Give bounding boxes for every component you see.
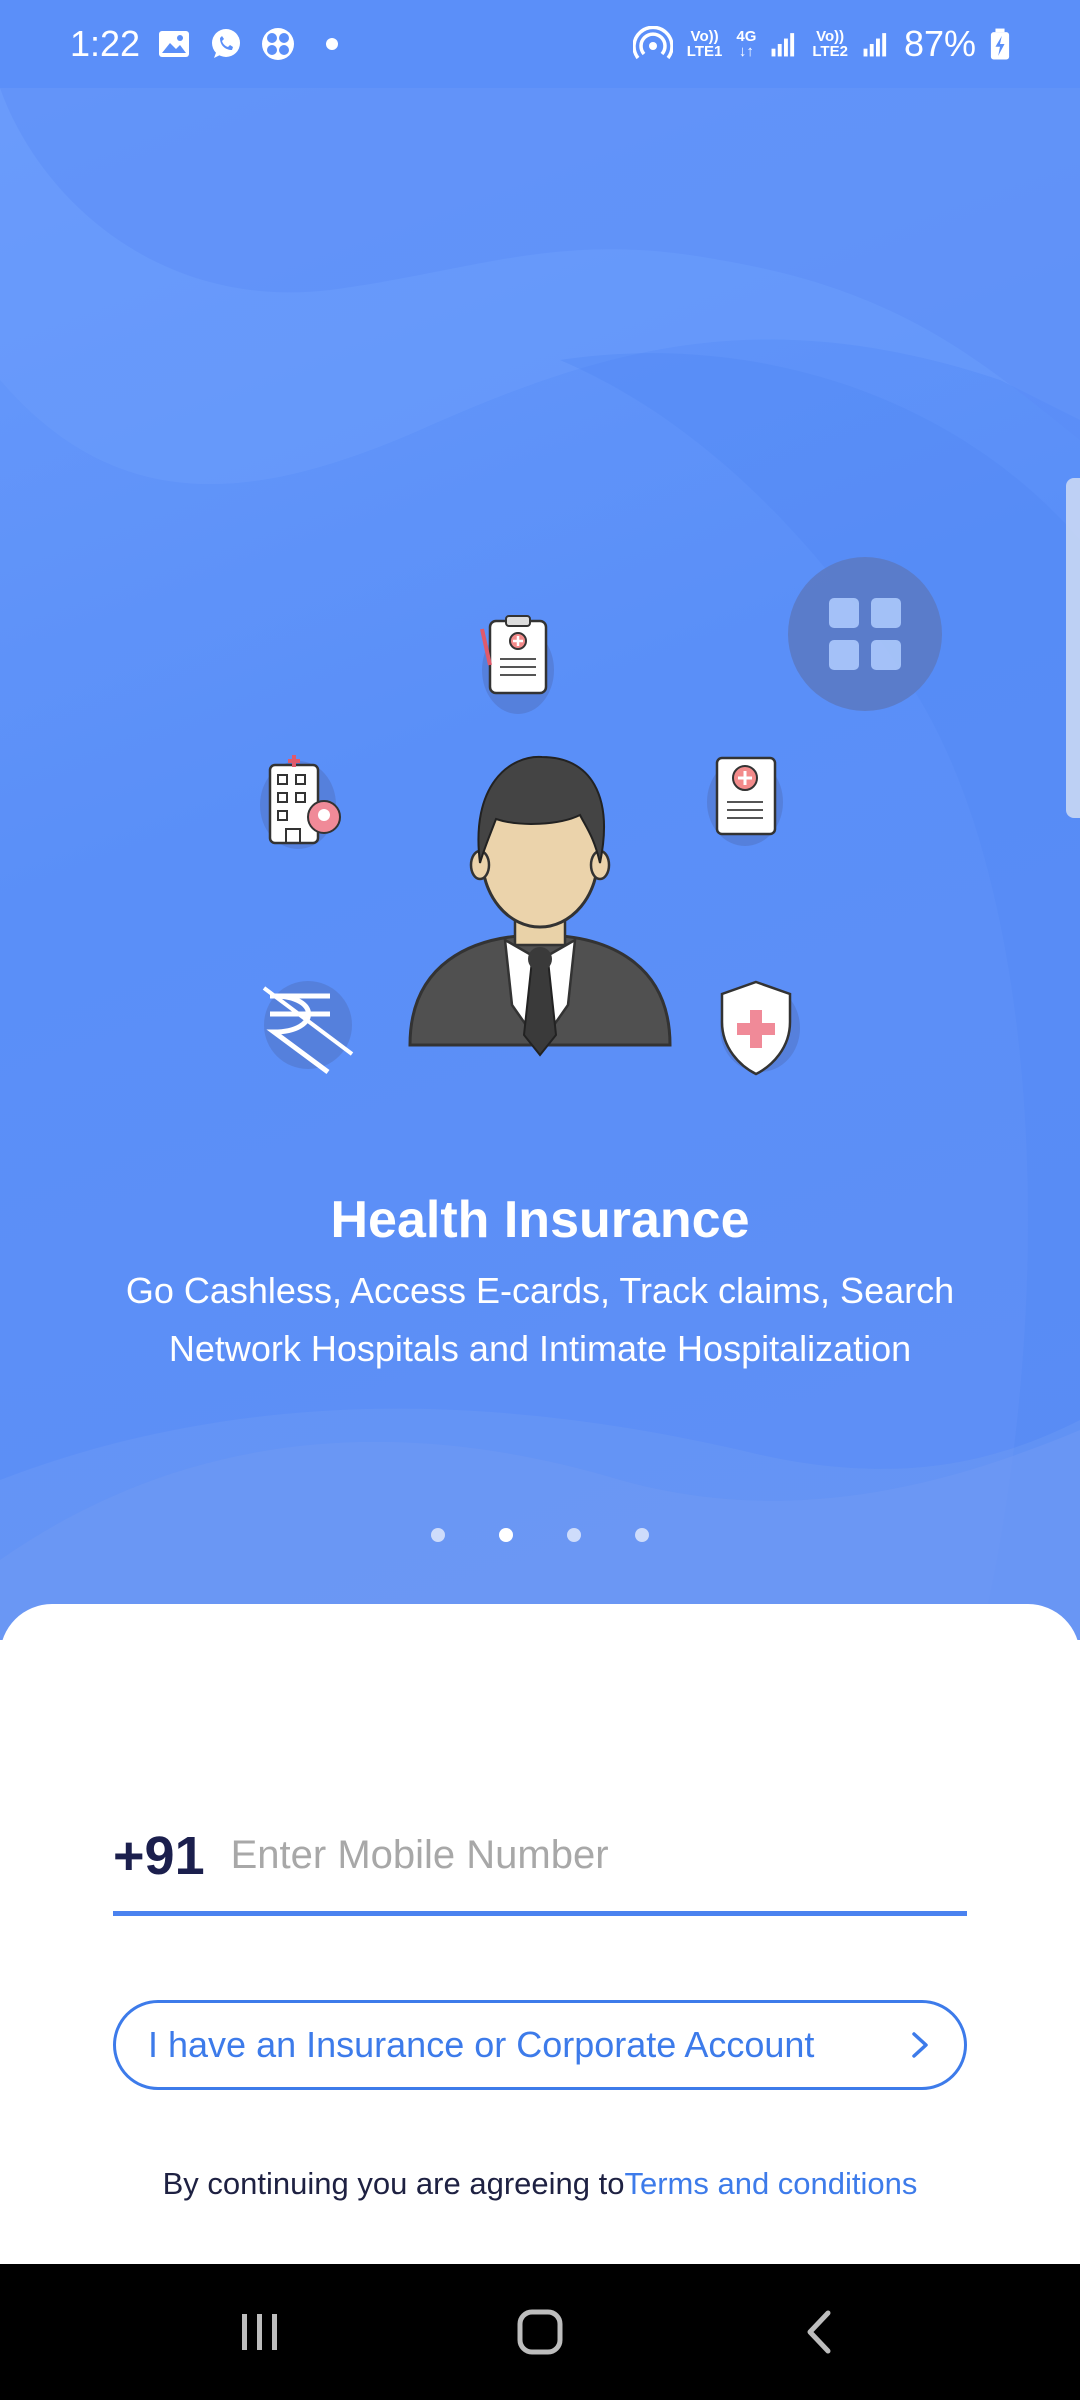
- sim1-network: Vo)) LTE1: [686, 28, 723, 60]
- back-button[interactable]: [775, 2287, 865, 2377]
- medical-report-icon: [707, 756, 783, 846]
- health-shield-icon: [720, 980, 800, 1076]
- onboarding-carousel[interactable]: 1:22 Vo)) LTE1 4G ↓↑ Vo)) LTE2 87% Healt…: [0, 0, 1080, 1640]
- status-time: 1:22: [70, 23, 141, 64]
- hero-subtitle: Go Cashless, Access E-cards, Track claim…: [125, 1270, 955, 1369]
- carousel-pager: [0, 1528, 1080, 1542]
- rupee-icon: [262, 981, 354, 1075]
- sim2-network: Vo)) LTE2: [812, 28, 848, 60]
- recents-button[interactable]: [215, 2287, 305, 2377]
- edge-panel-handle[interactable]: [1066, 478, 1080, 818]
- battery-charging-icon: [990, 28, 1010, 60]
- whatsapp-icon: [212, 29, 241, 58]
- chevron-right-icon: [912, 2032, 928, 2058]
- gallery-icon: [159, 31, 190, 57]
- recents-icon: [242, 2314, 277, 2350]
- corporate-account-button[interactable]: I have an Insurance or Corporate Account: [113, 2000, 967, 2090]
- login-sheet: [0, 1604, 1080, 2264]
- terms-prefix: By continuing you are agreeing to: [162, 2166, 625, 2201]
- navigation-bar: [0, 2264, 1080, 2400]
- terms-notice: By continuing you are agreeing toTerms a…: [0, 2166, 1080, 2202]
- pager-dot[interactable]: [431, 1528, 445, 1542]
- hotspot-icon: [632, 26, 673, 60]
- mobile-number-input[interactable]: [230, 1833, 967, 1878]
- corporate-account-label: I have an Insurance or Corporate Account: [148, 2024, 815, 2065]
- health-insurance-illustration: [260, 615, 800, 1076]
- pager-dot[interactable]: [635, 1528, 649, 1542]
- hero-title: Health Insurance: [330, 1191, 750, 1249]
- back-icon: [807, 2310, 831, 2354]
- mobile-number-field: +91: [113, 1800, 967, 1916]
- more-notifications-dot: [326, 38, 339, 50]
- battery-percent: 87%: [903, 23, 976, 64]
- app-notification-icon: [262, 28, 295, 60]
- user-avatar: [408, 755, 672, 1057]
- hospital-location-icon: [260, 755, 341, 849]
- country-code[interactable]: +91: [113, 1825, 205, 1887]
- terms-link[interactable]: Terms and conditions: [624, 2166, 917, 2201]
- home-icon: [517, 2309, 563, 2355]
- pager-dot-active[interactable]: [499, 1528, 513, 1542]
- status-bar: 1:22 Vo)) LTE1 4G ↓↑ Vo)) LTE2 87%: [0, 0, 1080, 88]
- signal-icon-2: [863, 33, 887, 57]
- clipboard-icon: [480, 615, 554, 714]
- signal-icon: [771, 33, 795, 57]
- pager-dot[interactable]: [567, 1528, 581, 1542]
- screen: 1:22 Vo)) LTE1 4G ↓↑ Vo)) LTE2 87% Healt…: [0, 0, 1080, 2400]
- home-button[interactable]: [495, 2287, 585, 2377]
- data-type: 4G ↓↑: [736, 28, 757, 60]
